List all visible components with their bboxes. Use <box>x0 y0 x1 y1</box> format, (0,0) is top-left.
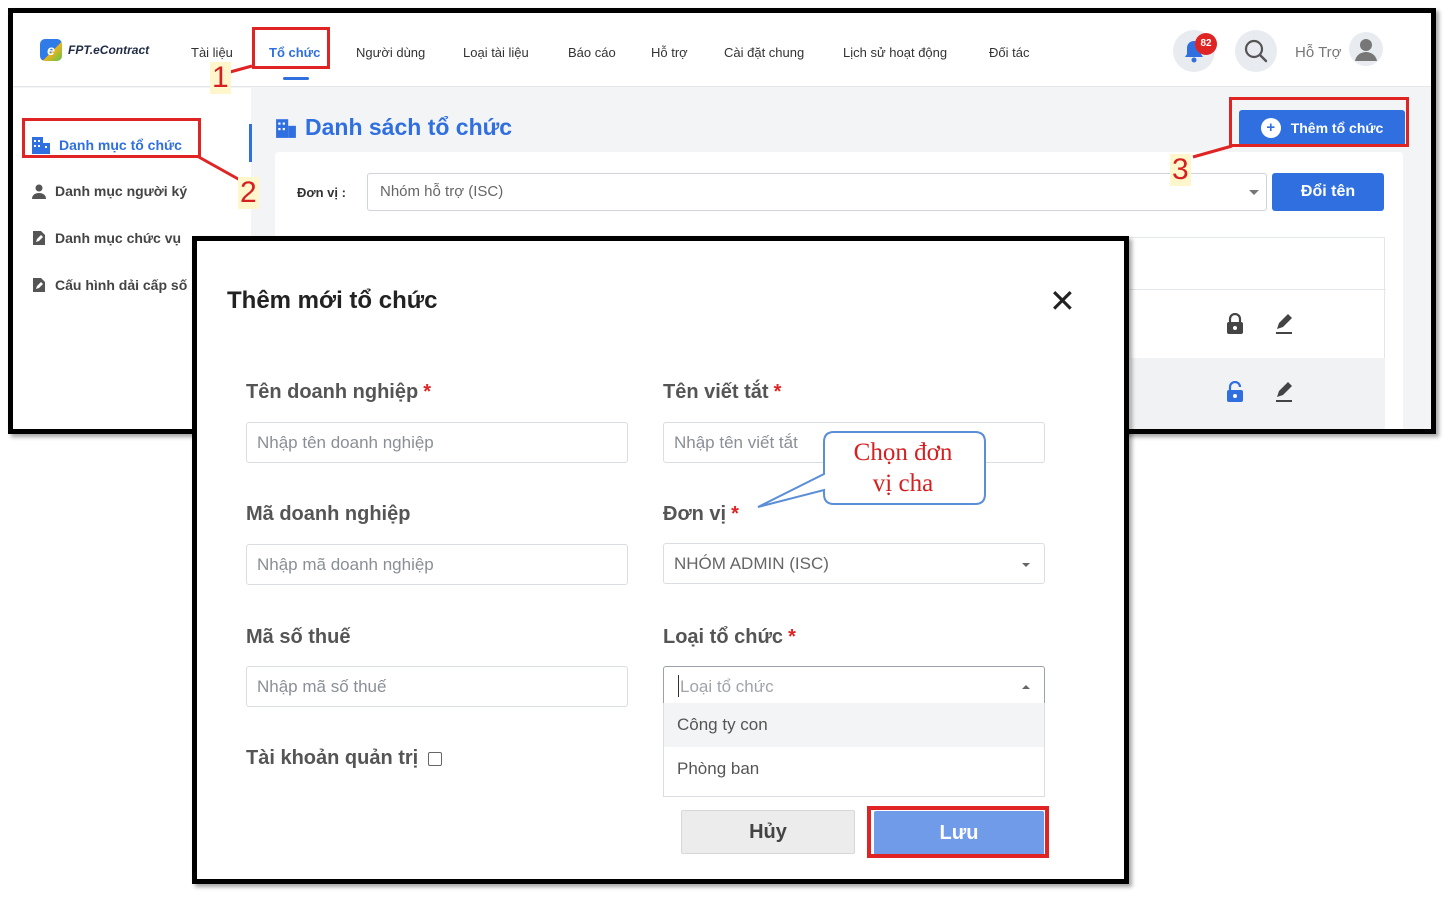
callout-bubble <box>757 431 986 508</box>
callout-line-1: Chọn đơn <box>853 439 953 466</box>
callout-line-2: vị cha <box>872 470 934 498</box>
callout-text: Chọn đơn vị cha <box>822 434 984 504</box>
